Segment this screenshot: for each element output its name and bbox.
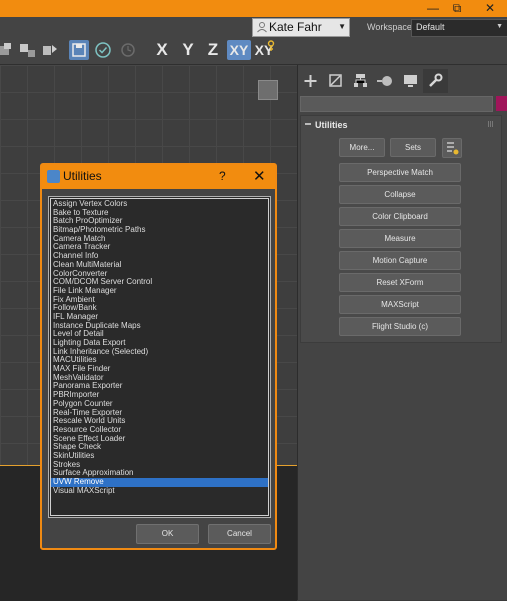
utilities-rollout: Utilities More... Sets Perspective Match… [300, 115, 502, 343]
collapse-button[interactable]: Collapse [339, 185, 461, 204]
axis-z-button[interactable]: Z [202, 40, 224, 60]
workspaces-select[interactable]: Default ▼ [411, 19, 507, 37]
configure-sets-icon[interactable] [442, 138, 462, 158]
cancel-button[interactable]: Cancel [208, 524, 271, 544]
save-selection-icon[interactable] [69, 40, 89, 60]
select-link-icon[interactable] [0, 40, 18, 60]
ok-button[interactable]: OK [136, 524, 199, 544]
plus-icon [304, 75, 317, 87]
main-toolbar: X Y Z XY XY [0, 37, 507, 65]
object-color-swatch[interactable] [496, 96, 507, 111]
rollout-title: Utilities [315, 120, 348, 130]
app-icon [47, 170, 60, 183]
chevron-down-icon: ▼ [496, 23, 503, 30]
bind-space-warp-icon[interactable] [40, 40, 60, 60]
reset-xform-button[interactable]: Reset XForm [339, 273, 461, 292]
tab-hierarchy[interactable] [348, 69, 373, 93]
restore-icon[interactable]: ⧉ [442, 0, 472, 17]
hierarchy-icon [354, 74, 367, 87]
axis-y-button[interactable]: Y [177, 40, 199, 60]
dialog-titlebar[interactable]: Utilities ? ✕ [42, 165, 275, 189]
user-icon [257, 22, 267, 33]
list-item[interactable]: Visual MAXScript [51, 486, 268, 496]
more-button[interactable]: More... [339, 138, 385, 157]
list-item[interactable]: SkinUtilities [51, 451, 268, 461]
rollout-grip-icon[interactable] [488, 121, 494, 127]
display-icon [404, 75, 417, 87]
command-panel-tabs [298, 69, 507, 93]
perspective-match-button[interactable]: Perspective Match [339, 163, 461, 182]
close-icon[interactable]: ✕ [253, 167, 266, 185]
unlink-selection-icon[interactable] [18, 40, 38, 60]
axis-x-button[interactable]: X [151, 40, 173, 60]
clock-icon[interactable] [118, 40, 138, 60]
key-icon [267, 40, 275, 51]
workspaces-value: Default [416, 22, 445, 32]
motion-icon [377, 76, 392, 86]
chevron-down-icon: ▼ [338, 22, 346, 31]
viewcube-icon[interactable] [258, 80, 278, 100]
check-circle-icon[interactable] [93, 40, 113, 60]
object-name-field[interactable] [300, 96, 493, 112]
utilities-listbox[interactable]: Assign Vertex Colors Bake to Texture Batch… [48, 196, 271, 518]
tab-create[interactable] [298, 69, 323, 93]
tab-display[interactable] [398, 69, 423, 93]
axis-xy-button[interactable]: XY [227, 40, 251, 60]
utilities-dialog: Utilities ? ✕ Assign Vertex Colors Bake t… [40, 163, 277, 550]
motion-capture-button[interactable]: Motion Capture [339, 251, 461, 270]
tab-motion[interactable] [373, 69, 398, 93]
close-window-icon[interactable]: ✕ [475, 0, 505, 17]
maxscript-button[interactable]: MAXScript [339, 295, 461, 314]
color-clipboard-button[interactable]: Color Clipboard [339, 207, 461, 226]
wrench-icon [429, 73, 443, 87]
sets-button[interactable]: Sets [390, 138, 436, 157]
tab-utilities[interactable] [423, 69, 448, 93]
flight-studio-button[interactable]: Flight Studio (c) [339, 317, 461, 336]
tab-modify[interactable] [323, 69, 348, 93]
collapse-minus-icon[interactable] [304, 120, 312, 128]
app-titlebar: — ⧉ ✕ [0, 0, 507, 17]
measure-button[interactable]: Measure [339, 229, 461, 248]
user-account-dropdown[interactable]: Kate Fahr ▼ [252, 18, 350, 37]
help-button[interactable]: ? [219, 169, 226, 183]
command-panel: Utilities More... Sets Perspective Match… [297, 65, 507, 600]
user-name: Kate Fahr [269, 20, 322, 34]
utilities-list: Assign Vertex Colors Bake to Texture Batch… [50, 198, 269, 516]
modify-icon [329, 74, 342, 87]
dialog-title: Utilities [63, 169, 102, 183]
